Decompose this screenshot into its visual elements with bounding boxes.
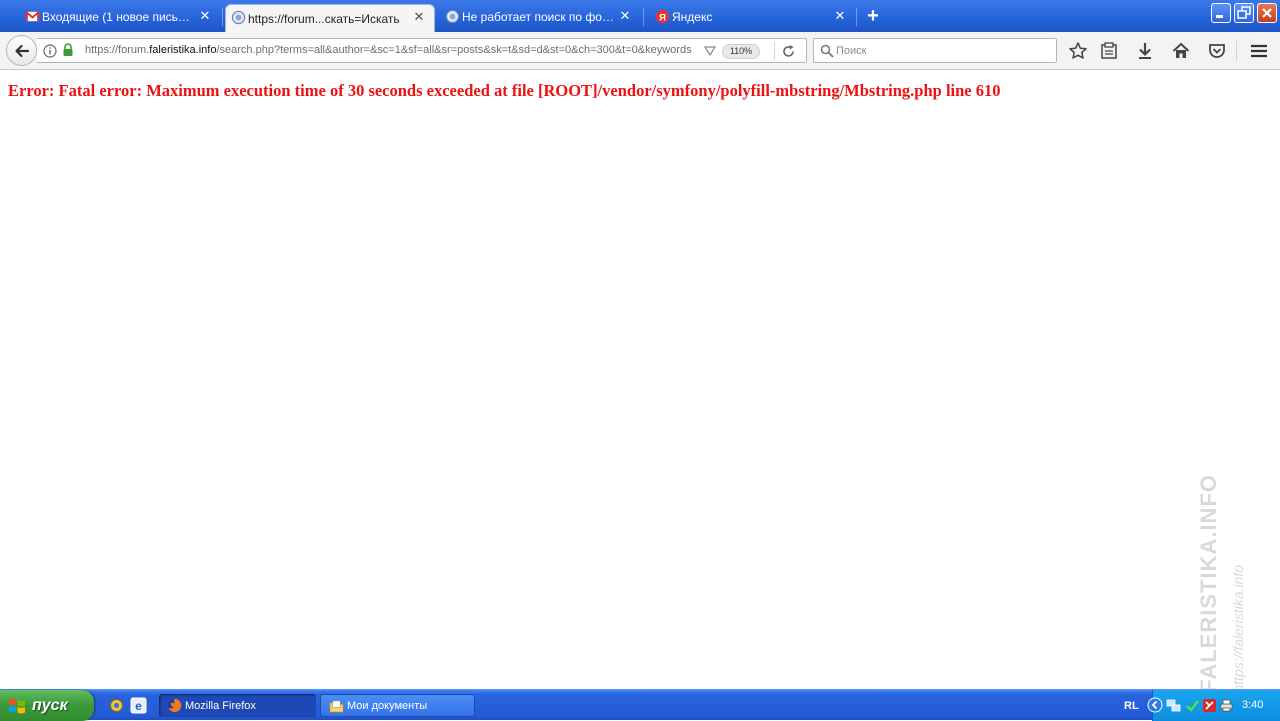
tab-title: https://forum...скать=Искать (248, 11, 400, 26)
window-close-button[interactable] (1257, 3, 1277, 23)
tab-separator (222, 8, 223, 26)
url-path: /search.php?terms=all&author=&sc=1&sf=al… (216, 44, 692, 56)
browser-tab-strip: Входящие (1 новое письмо) ... ✕ https://… (0, 0, 1280, 32)
watermark-url: https://faleristika.info (1230, 565, 1246, 693)
printer-icon[interactable] (1219, 698, 1234, 713)
restore-button[interactable] (1234, 3, 1254, 23)
close-icon[interactable]: ✕ (412, 10, 426, 24)
language-indicator[interactable]: RL (1124, 700, 1139, 712)
start-button[interactable]: пуск (0, 690, 94, 721)
tab-title: Яндекс (672, 10, 713, 24)
svg-text:e: e (135, 699, 142, 713)
reload-icon[interactable] (781, 44, 796, 59)
search-input[interactable] (836, 43, 1046, 59)
windows-logo-icon (9, 698, 25, 713)
quicklaunch-icon[interactable] (108, 697, 125, 714)
bookmark-star-icon[interactable] (1068, 41, 1088, 61)
forum-icon (231, 10, 246, 25)
yandex-icon: Я (655, 9, 670, 24)
firefox-icon (167, 698, 182, 713)
minimize-icon (1216, 15, 1223, 18)
url-bar[interactable]: https://forum.faleristika.info/search.ph… (37, 38, 807, 63)
error-message: Error: Fatal error: Maximum execution ti… (8, 81, 1001, 100)
url-text[interactable]: https://forum.faleristika.info/search.ph… (85, 44, 697, 59)
start-label: пуск (32, 696, 68, 714)
security-shield-icon[interactable] (1202, 698, 1217, 713)
toolbar-divider (1236, 41, 1237, 61)
info-icon[interactable] (43, 44, 57, 58)
tray-expand-icon[interactable] (1147, 697, 1163, 713)
close-icon[interactable]: ✕ (618, 9, 632, 23)
page-content: Error: Fatal error: Maximum execution ti… (0, 71, 1280, 693)
navigation-toolbar: https://forum.faleristika.info/search.ph… (0, 32, 1280, 70)
search-box[interactable] (813, 38, 1057, 63)
tab-yandex[interactable]: Я Яндекс ✕ (650, 4, 855, 30)
taskbar-item-my-documents[interactable]: Мои документы (320, 694, 475, 717)
back-button[interactable] (6, 35, 37, 66)
network-icon[interactable] (1166, 698, 1181, 713)
windows-taskbar: пуск e Mozilla Firefox Мои документы RL (0, 689, 1280, 721)
watermark: FALERISTIKA.INFO https://faleristika.inf… (1196, 474, 1260, 693)
zoom-indicator[interactable]: 110% (722, 44, 760, 59)
dropdown-arrow-icon[interactable] (704, 46, 716, 56)
back-arrow-icon (14, 44, 29, 57)
internet-explorer-icon[interactable]: e (130, 697, 147, 714)
download-icon[interactable] (1135, 41, 1155, 61)
clock[interactable]: 3:40 (1242, 699, 1263, 711)
tab-inbox[interactable]: Входящие (1 новое письмо) ... ✕ (20, 4, 220, 30)
pocket-icon[interactable] (1207, 41, 1227, 61)
watermark-brand: FALERISTIKA.INFO (1196, 474, 1221, 693)
restore-icon (1237, 6, 1251, 19)
search-icon (820, 44, 834, 58)
tab-title: Входящие (1 новое письмо) ... (42, 10, 197, 24)
taskbar-item-firefox[interactable]: Mozilla Firefox (159, 694, 316, 717)
close-icon[interactable]: ✕ (198, 9, 212, 23)
close-icon[interactable]: ✕ (833, 9, 847, 23)
svg-text:Я: Я (659, 12, 666, 22)
new-tab-button[interactable]: + (862, 5, 884, 27)
home-icon[interactable] (1171, 41, 1191, 61)
antivirus-check-icon[interactable] (1185, 698, 1200, 713)
tab-forum-thread[interactable]: Не работает поиск по фору... ✕ (440, 4, 640, 30)
folder-icon (329, 700, 344, 713)
minimize-button[interactable] (1211, 3, 1231, 23)
url-bar-divider (774, 42, 775, 60)
task-label: Mozilla Firefox (185, 699, 256, 712)
tab-forum-search[interactable]: https://forum...скать=Искать ✕ (225, 4, 435, 32)
gmail-icon (25, 11, 40, 22)
lock-icon[interactable] (62, 43, 74, 58)
url-host: faleristika.info (149, 44, 217, 56)
menu-icon[interactable] (1249, 41, 1269, 61)
tab-separator (643, 8, 644, 26)
task-label: Мои документы (347, 699, 428, 712)
close-icon (1262, 8, 1272, 18)
tab-separator (856, 8, 857, 26)
forum-icon (445, 9, 460, 24)
tab-title: Не работает поиск по фору... (462, 10, 617, 24)
bookmarks-list-icon[interactable] (1099, 41, 1119, 61)
url-prefix: https://forum. (85, 44, 150, 56)
